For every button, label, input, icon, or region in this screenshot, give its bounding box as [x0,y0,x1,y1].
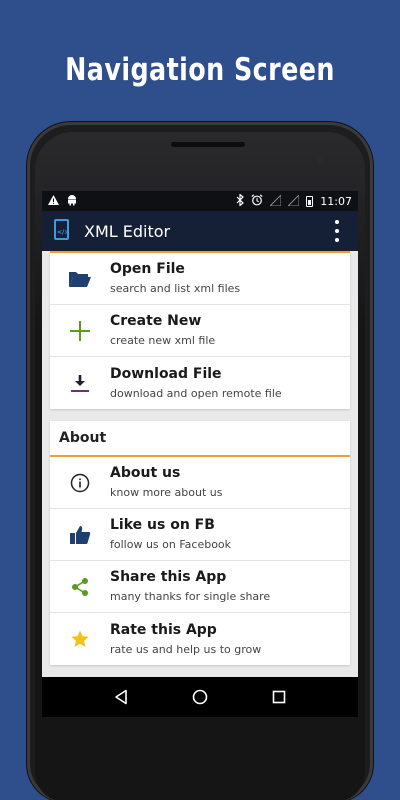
list-item-about-us[interactable]: About us know more about us [50,457,350,509]
item-title: About us [110,465,181,481]
signal-icon [269,193,282,208]
share-icon [50,561,110,613]
back-icon[interactable] [111,687,131,707]
navigation-list: Open File search and list xml files Crea… [42,251,358,665]
app-title: XML Editor [84,221,171,241]
overflow-menu-icon[interactable] [334,220,340,242]
item-title: Rate this App [110,621,217,638]
list-item-like-fb[interactable]: Like us on FB follow us on Facebook [50,509,350,561]
item-title: Open File [110,261,185,277]
item-title: Like us on FB [110,517,215,533]
speaker-grille [171,142,245,147]
item-subtitle: search and list xml files [110,282,241,295]
item-subtitle: follow us on Facebook [110,538,232,551]
xml-file-icon: </> [52,219,72,243]
warning-icon [48,195,59,207]
item-subtitle: download and open remote file [110,386,282,400]
signal-icon [287,193,300,208]
file-actions-card: Open File search and list xml files Crea… [50,251,350,409]
recents-icon[interactable] [269,687,289,707]
item-title: Download File [110,365,222,382]
list-item-rate-app[interactable]: Rate this App rate us and help us to gro… [50,613,350,665]
system-nav-bar [42,677,358,717]
promo-title: Navigation Screen [65,52,335,88]
folder-open-icon [50,253,110,305]
section-header-about: About [50,421,350,457]
thumbs-up-icon [50,509,110,561]
about-card: About About us know more about us Like u… [50,421,350,665]
info-icon [50,457,110,509]
plus-icon [50,305,110,357]
list-item-download-file[interactable]: Download File download and open remote f… [50,357,350,409]
item-title: Share this App [110,569,227,585]
bluetooth-icon [236,193,245,208]
battery-icon [306,195,314,207]
android-icon [67,194,77,208]
phone-screen: 11:07 </> XML Editor Open File search an… [42,191,358,717]
item-subtitle: rate us and help us to grow [110,642,262,656]
home-icon[interactable] [190,687,210,707]
status-bar: 11:07 [42,191,358,211]
status-time: 11:07 [320,194,352,208]
app-bar: </> XML Editor [42,211,358,251]
download-icon [50,357,110,409]
item-subtitle: create new xml file [110,334,216,347]
alarm-icon [251,194,263,208]
list-item-create-new[interactable]: Create New create new xml file [50,305,350,357]
front-camera [316,156,325,165]
item-subtitle: many thanks for single share [110,590,271,603]
list-item-share-app[interactable]: Share this App many thanks for single sh… [50,561,350,613]
list-item-open-file[interactable]: Open File search and list xml files [50,253,350,305]
item-subtitle: know more about us [110,486,223,499]
star-icon [50,613,110,665]
item-title: Create New [110,313,202,329]
